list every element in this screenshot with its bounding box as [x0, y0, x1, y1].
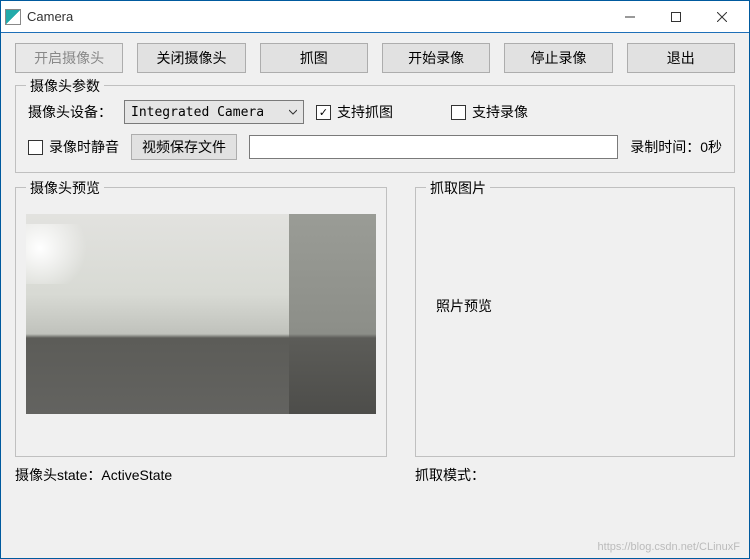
minimize-button[interactable]: [607, 2, 653, 32]
checkbox-icon: ✓: [316, 105, 331, 120]
checkbox-icon: [451, 105, 466, 120]
capture-preview-title: 抓取图片: [426, 178, 490, 198]
support-record-checkbox[interactable]: 支持录像: [451, 102, 528, 122]
maximize-icon: [671, 12, 681, 22]
mute-on-record-checkbox[interactable]: 录像时静音: [28, 137, 119, 157]
content-area: 开启摄像头 关闭摄像头 抓图 开始录像 停止录像 退出 摄像头参数 摄像头设备：…: [1, 33, 749, 495]
mute-label: 录像时静音: [49, 137, 119, 157]
device-combobox[interactable]: Integrated Camera: [124, 100, 304, 124]
photo-placeholder-text: 照片预览: [436, 296, 492, 316]
close-button[interactable]: [699, 2, 745, 32]
capture-button[interactable]: 抓图: [260, 43, 368, 73]
camera-preview-image: [26, 214, 376, 414]
app-icon: [5, 9, 21, 25]
support-capture-checkbox[interactable]: ✓ 支持抓图: [316, 102, 393, 122]
preview-row: 摄像头预览 抓取图片 照片预览: [15, 187, 735, 457]
support-record-label: 支持录像: [472, 102, 528, 122]
capture-mode-label: 抓取模式：: [415, 465, 735, 485]
capture-preview-group: 抓取图片 照片预览: [415, 187, 735, 457]
minimize-icon: [625, 12, 635, 22]
status-row: 摄像头state：ActiveState 抓取模式：: [15, 465, 735, 485]
params-group-title: 摄像头参数: [26, 76, 104, 96]
camera-preview-title: 摄像头预览: [26, 178, 104, 198]
support-capture-label: 支持抓图: [337, 102, 393, 122]
window-title: Camera: [27, 9, 607, 24]
photo-placeholder: 照片预览: [426, 206, 724, 406]
checkbox-icon: [28, 140, 43, 155]
titlebar: Camera: [1, 1, 749, 33]
maximize-button[interactable]: [653, 2, 699, 32]
watermark-text: https://blog.csdn.net/CLinuxF: [598, 541, 740, 553]
chevron-down-icon: [289, 105, 297, 120]
exit-button[interactable]: 退出: [627, 43, 735, 73]
open-camera-button[interactable]: 开启摄像头: [15, 43, 123, 73]
close-icon: [717, 12, 727, 22]
app-window: Camera 开启摄像头 关闭摄像头 抓图 开始录像 停止录像 退出 摄像头参数: [0, 0, 750, 559]
video-path-input[interactable]: [249, 135, 618, 159]
window-controls: [607, 2, 745, 32]
start-record-button[interactable]: 开始录像: [382, 43, 490, 73]
device-label: 摄像头设备：: [28, 102, 112, 122]
camera-params-group: 摄像头参数 摄像头设备： Integrated Camera ✓ 支持抓图 支持…: [15, 85, 735, 173]
close-camera-button[interactable]: 关闭摄像头: [137, 43, 245, 73]
device-selected-text: Integrated Camera: [131, 105, 264, 120]
stop-record-button[interactable]: 停止录像: [504, 43, 612, 73]
camera-preview-group: 摄像头预览: [15, 187, 387, 457]
device-row: 摄像头设备： Integrated Camera ✓ 支持抓图 支持录像: [28, 100, 722, 124]
video-save-file-button[interactable]: 视频保存文件: [131, 134, 237, 160]
camera-state-label: 摄像头state：ActiveState: [15, 465, 415, 485]
record-row: 录像时静音 视频保存文件 录制时间：0秒: [28, 134, 722, 160]
main-toolbar: 开启摄像头 关闭摄像头 抓图 开始录像 停止录像 退出: [15, 43, 735, 73]
record-time-label: 录制时间：0秒: [630, 137, 722, 157]
